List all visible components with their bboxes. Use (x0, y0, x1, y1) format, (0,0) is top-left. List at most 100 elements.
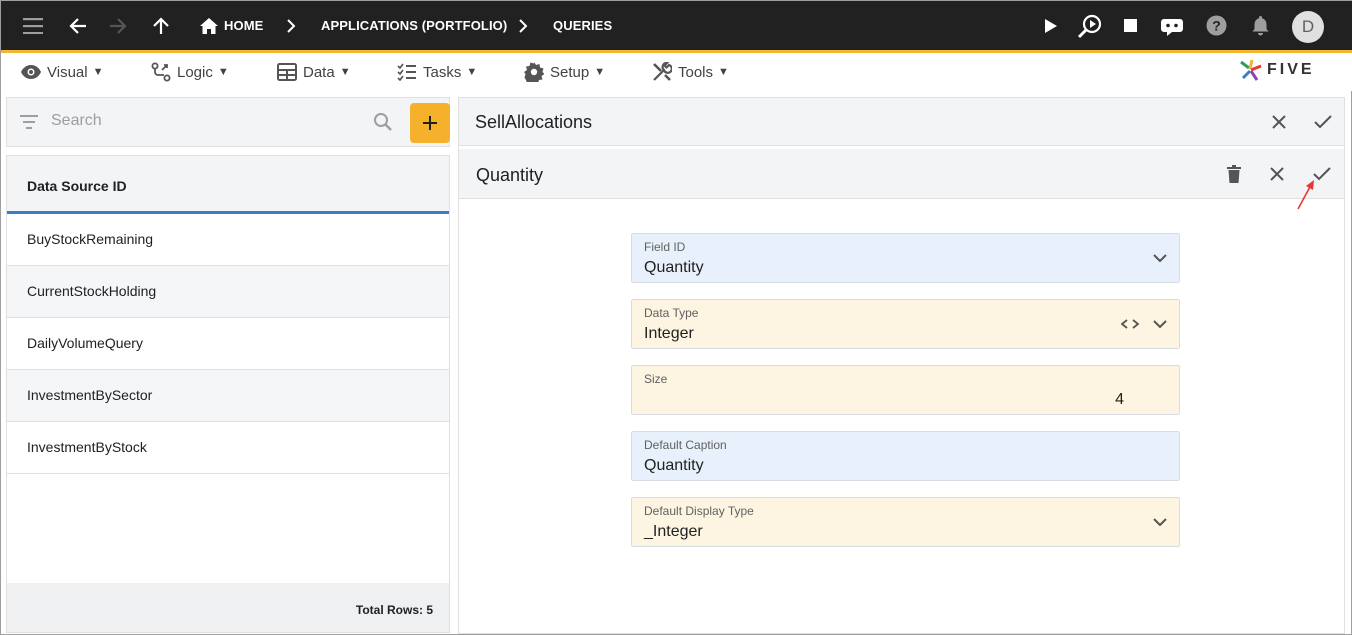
run-search-icon[interactable] (1076, 1, 1104, 50)
field-label: Size (644, 372, 668, 386)
list-item-label: InvestmentBySector (27, 387, 153, 403)
field-id-select[interactable]: Field ID Quantity (631, 233, 1180, 283)
search-input[interactable]: Search (51, 112, 102, 130)
caret-down-icon: ▼ (594, 66, 606, 78)
menu-visual-label: Visual (47, 63, 88, 81)
field-label: Default Display Type (644, 504, 754, 518)
list-item-label: DailyVolumeQuery (27, 335, 143, 351)
menu-setup-label: Setup (550, 63, 590, 81)
filter-icon[interactable] (19, 114, 39, 135)
cancel-button[interactable] (1263, 160, 1291, 188)
field-value: 4 (1115, 391, 1124, 408)
chevron-right-icon (284, 1, 298, 50)
chevron-down-icon[interactable] (1153, 250, 1167, 268)
detail-panel: SellAllocations Quantity Field ID Quanti… (458, 97, 1345, 634)
close-button[interactable] (1265, 108, 1293, 136)
plus-icon (423, 116, 437, 130)
play-icon[interactable] (1041, 1, 1061, 50)
tools-icon (653, 62, 672, 81)
list-item-label: CurrentStockHolding (27, 283, 157, 299)
table-icon (277, 63, 297, 81)
caret-down-icon: ▼ (466, 66, 478, 78)
tasks-icon (397, 63, 416, 81)
list-footer: Total Rows: 5 (7, 583, 449, 632)
data-type-select[interactable]: Data Type Integer (631, 299, 1180, 349)
field-value: Quantity (644, 259, 704, 276)
column-header[interactable]: Data Source ID (7, 156, 449, 214)
delete-button[interactable] (1220, 160, 1248, 188)
field-label: Default Caption (644, 438, 727, 452)
default-caption-input[interactable]: Default Caption Quantity (631, 431, 1180, 481)
field-title: Quantity (476, 165, 544, 185)
save-button[interactable] (1309, 108, 1337, 136)
svg-text:?: ? (1212, 18, 1221, 34)
main-menu-bar: Visual ▼ Logic ▼ Data ▼ Tasks ▼ Setup ▼ … (1, 53, 1352, 91)
chat-bot-icon[interactable] (1159, 1, 1185, 50)
field-label: Data Type (644, 306, 699, 320)
data-source-list: Data Source ID BuyStockRemaining Current… (6, 155, 450, 633)
menu-logic[interactable]: Logic ▼ (151, 53, 229, 91)
form-title-bar: SellAllocations (459, 98, 1344, 146)
hamburger-menu-icon[interactable] (21, 1, 47, 50)
list-item-label: InvestmentByStock (27, 439, 147, 455)
back-arrow-icon[interactable] (67, 1, 89, 50)
list-item[interactable]: BuyStockRemaining (7, 214, 449, 266)
form-title: SellAllocations (475, 112, 593, 132)
five-logo-text: FIVE (1267, 61, 1315, 78)
field-value: Quantity (644, 457, 704, 474)
caret-down-icon: ▼ (339, 66, 351, 78)
close-icon (1270, 167, 1284, 181)
top-app-bar: HOME APPLICATIONS (PORTFOLIO) QUERIES ? … (1, 1, 1352, 53)
default-display-type-select[interactable]: Default Display Type _Integer (631, 497, 1180, 547)
list-item[interactable]: InvestmentBySector (7, 370, 449, 422)
annotation-arrow-icon (1295, 179, 1317, 216)
list-item[interactable]: CurrentStockHolding (7, 266, 449, 318)
chevron-right-icon (516, 1, 530, 50)
add-button[interactable] (410, 103, 450, 143)
menu-logic-label: Logic (177, 63, 213, 81)
total-rows-label: Total Rows: 5 (355, 603, 433, 617)
menu-tasks-label: Tasks (423, 63, 462, 81)
menu-tools-label: Tools (678, 63, 714, 81)
menu-setup[interactable]: Setup ▼ (524, 53, 605, 91)
field-value: _Integer (644, 523, 703, 540)
menu-tasks[interactable]: Tasks ▼ (397, 53, 477, 91)
menu-tools[interactable]: Tools ▼ (652, 53, 729, 91)
stop-icon[interactable] (1121, 1, 1139, 50)
caret-down-icon: ▼ (217, 66, 229, 78)
check-icon (1314, 115, 1332, 129)
menu-data[interactable]: Data ▼ (277, 53, 351, 91)
chevron-down-icon[interactable] (1153, 316, 1167, 334)
caret-down-icon: ▼ (92, 66, 104, 78)
code-icon[interactable] (1120, 316, 1140, 334)
five-logo-mark-icon (1240, 59, 1262, 81)
home-icon[interactable] (199, 1, 219, 50)
list-item-label: BuyStockRemaining (27, 231, 154, 247)
menu-visual[interactable]: Visual ▼ (21, 53, 103, 91)
user-avatar[interactable]: D (1292, 11, 1324, 43)
field-title-bar: Quantity (459, 149, 1344, 199)
forward-arrow-icon (107, 1, 129, 50)
menu-data-label: Data (303, 63, 335, 81)
chevron-down-icon[interactable] (1153, 514, 1167, 532)
gear-icon (524, 62, 544, 82)
up-arrow-icon[interactable] (150, 1, 172, 50)
column-header-label: Data Source ID (27, 178, 127, 194)
breadcrumb-queries[interactable]: QUERIES (553, 1, 612, 50)
size-input[interactable]: Size 4 (631, 365, 1180, 415)
list-item[interactable]: InvestmentByStock (7, 422, 449, 474)
help-icon[interactable]: ? (1205, 1, 1227, 50)
search-icon[interactable] (373, 112, 393, 137)
eye-icon (21, 65, 41, 79)
trash-icon (1227, 165, 1241, 183)
field-value: Integer (644, 325, 694, 342)
search-bar: Search (6, 97, 450, 147)
five-logo: FIVE (1239, 57, 1315, 83)
logic-icon (151, 62, 171, 82)
list-item[interactable]: DailyVolumeQuery (7, 318, 449, 370)
breadcrumb-home[interactable]: HOME (224, 1, 263, 50)
notifications-bell-icon[interactable] (1250, 1, 1270, 50)
breadcrumb-applications[interactable]: APPLICATIONS (PORTFOLIO) (321, 1, 507, 50)
caret-down-icon: ▼ (718, 66, 729, 78)
close-icon (1272, 115, 1286, 129)
